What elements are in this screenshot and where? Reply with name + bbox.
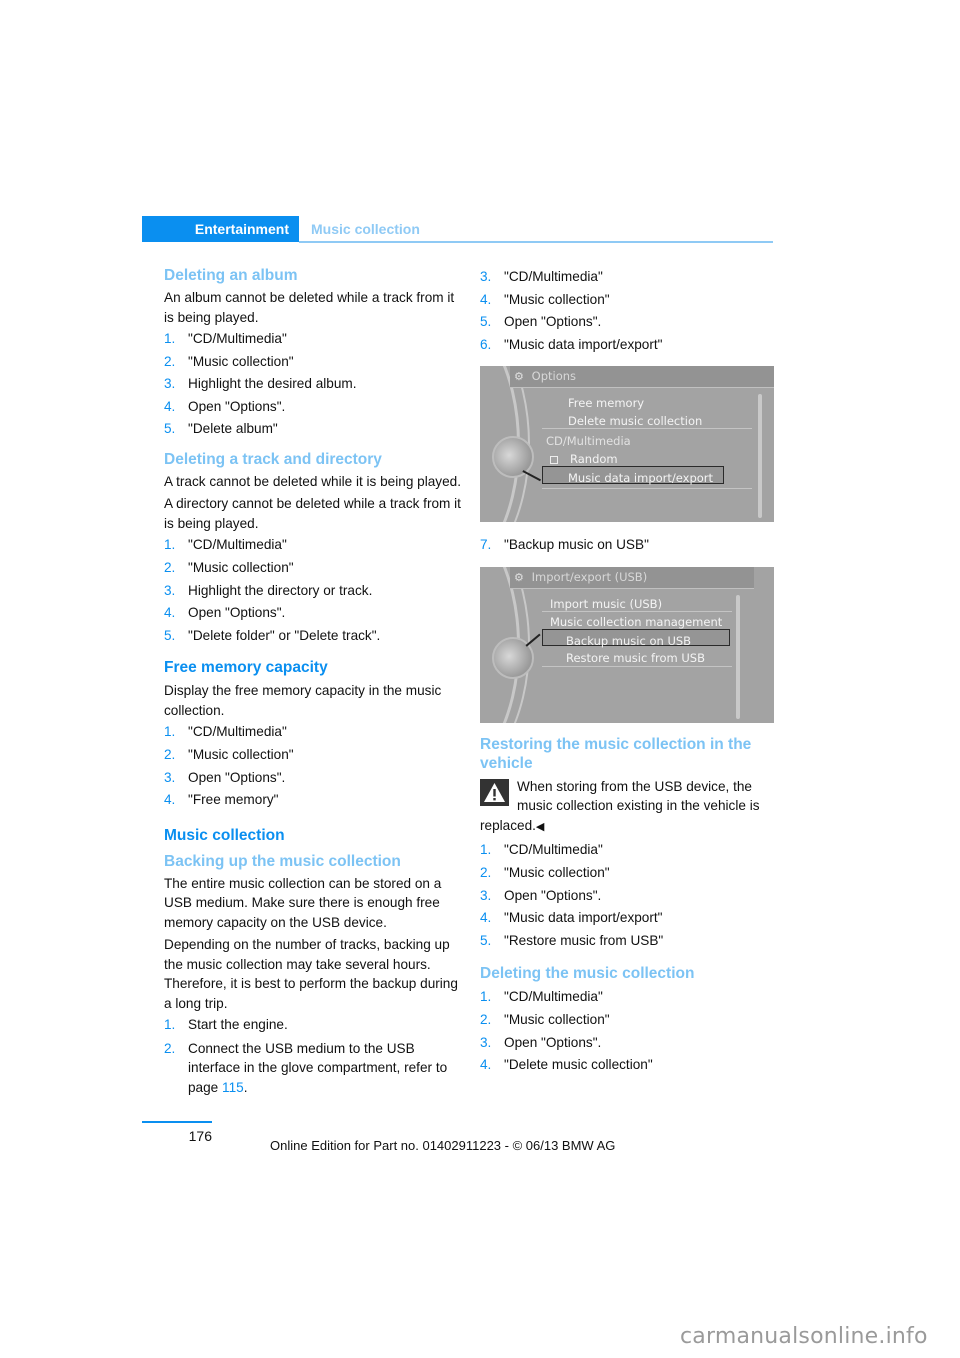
steps-restoring: 1. "CD/Multimedia" 2. "Music collection" 3… <box>480 839 774 952</box>
idrive-screen-options: ⚙ Options Free memory Delete music colle… <box>480 366 774 523</box>
list-item: 3. Highlight the desired album. <box>164 376 357 392</box>
heading-deleting-album: Deleting an album <box>164 267 298 284</box>
list-item: 3. Open "Options". <box>480 887 602 903</box>
idrive-screen-import-export: ⚙ Import/export (USB) Import music (USB)… <box>480 566 774 723</box>
paragraph: Depending on the number of tracks, backi… <box>164 937 458 1011</box>
page-link[interactable]: 115 <box>222 1080 244 1095</box>
paragraph: An album cannot be deleted while a track… <box>164 290 455 325</box>
list-item: 4. "Delete music collection" <box>480 1057 653 1073</box>
list-item: 1. Start the engine. <box>164 1017 288 1033</box>
checkbox-icon[interactable] <box>550 455 558 464</box>
edition-notice: Online Edition for Part no. 01402911223 … <box>270 1138 616 1153</box>
section-title: Music collection <box>311 221 420 237</box>
steps-continued: 3. "CD/Multimedia" 4. "Music collection" 5… <box>480 266 774 356</box>
paragraph: A directory cannot be deleted while a tr… <box>164 496 461 531</box>
heading-free-memory: Free memory capacity <box>164 659 328 677</box>
divider <box>542 428 752 430</box>
steps-free-memory: 1. "CD/Multimedia" 2. "Music collection" 3… <box>164 721 464 811</box>
divider <box>542 665 732 667</box>
watermark[interactable]: carmanualsonline.info <box>680 1324 928 1349</box>
list-item: 2. "Music collection" <box>480 865 610 881</box>
paragraph: The entire music collection can be store… <box>164 875 442 930</box>
list-item: 5. "Restore music from USB" <box>480 932 664 948</box>
list-item: 3. Highlight the directory or track. <box>164 582 373 598</box>
heading-restoring: Restoring the music collection in the ve… <box>480 735 752 772</box>
steps-step7: 7. "Backup music on USB" <box>480 534 774 557</box>
list-item: 4. "Music collection" <box>480 291 610 307</box>
screen-titlebar: ⚙ Import/export (USB) <box>510 566 754 589</box>
list-item: 1. "CD/Multimedia" <box>480 989 603 1005</box>
list-item: 6. "Music data import/export" <box>480 336 663 352</box>
list-item: 7. "Backup music on USB" <box>480 537 649 553</box>
scrollbar[interactable] <box>758 394 762 519</box>
page-header: Entertainment Music collection <box>142 216 773 243</box>
warning-text: When storing from the USB device, the mu… <box>480 778 760 833</box>
warning-icon <box>480 778 509 806</box>
steps-deleting-collection: 1. "CD/Multimedia" 2. "Music collection" 3… <box>480 986 774 1076</box>
heading-deleting-collection: Deleting the music collection <box>480 965 695 983</box>
list-item: 1. "CD/Multimedia" <box>164 724 287 740</box>
list-item: 4. "Music data import/export" <box>480 910 663 926</box>
scrollbar[interactable] <box>736 594 740 719</box>
list-item: 4. Open "Options". <box>164 605 286 621</box>
list-item: 2. Connect the USB medium to the USB inte… <box>164 1040 448 1095</box>
footer-rule <box>142 1121 212 1123</box>
screen-titlebar: ⚙ Options <box>510 366 774 389</box>
list-item: 4. Open "Options". <box>164 398 286 414</box>
import-export-icon: ⚙ <box>514 570 524 584</box>
list-item: 5. Open "Options". <box>480 314 602 330</box>
list-item: 2. "Music collection" <box>164 560 294 576</box>
list-item: 3. Open "Options". <box>164 769 286 785</box>
steps-backing-up: 1. Start the engine. 2. Connect the USB me… <box>164 1014 464 1097</box>
steps-deleting-album: 1. "CD/Multimedia" 2. "Music collection" 3… <box>164 328 464 441</box>
list-item: 2. "Music collection" <box>164 747 294 763</box>
end-mark: ◀ <box>535 820 545 833</box>
list-item: 1. "CD/Multimedia" <box>480 842 603 858</box>
list-item: 2. "Music collection" <box>164 353 294 369</box>
header-rule <box>299 241 773 243</box>
left-column: Deleting an album An album cannot be del… <box>164 266 464 1097</box>
chapter-tab: Entertainment <box>142 216 299 242</box>
list-item: 1. "CD/Multimedia" <box>164 537 287 553</box>
list-item: 5. "Delete folder" or "Delete track". <box>164 627 381 643</box>
heading-music-collection: Music collection <box>164 826 285 844</box>
list-item: 2. "Music collection" <box>480 1012 610 1028</box>
heading-backing-up: Backing up the music collection <box>164 852 401 870</box>
list-item: 5. "Delete album" <box>164 421 278 437</box>
list-item: 3. Open "Options". <box>480 1034 602 1050</box>
paragraph: Display the free memory capacity in the … <box>164 683 442 718</box>
right-column: 3. "CD/Multimedia" 4. "Music collection" 5… <box>480 266 774 1077</box>
page-number: 176 <box>188 1128 212 1144</box>
list-item: 1. "CD/Multimedia" <box>164 331 287 346</box>
steps-deleting-track: 1. "CD/Multimedia" 2. "Music collection" 3… <box>164 534 464 647</box>
paragraph: A track cannot be deleted while it is be… <box>164 473 461 489</box>
divider <box>542 488 752 490</box>
list-item: 3. "CD/Multimedia" <box>480 269 603 284</box>
warning-note: When storing from the USB device, the mu… <box>480 777 774 838</box>
options-icon: ⚙ <box>514 370 524 384</box>
menu-item-music-data-import-export[interactable]: Music data import/export <box>568 467 713 490</box>
heading-deleting-track: Deleting a track and directory <box>164 450 382 468</box>
list-item: 4. "Free memory" <box>164 792 279 808</box>
